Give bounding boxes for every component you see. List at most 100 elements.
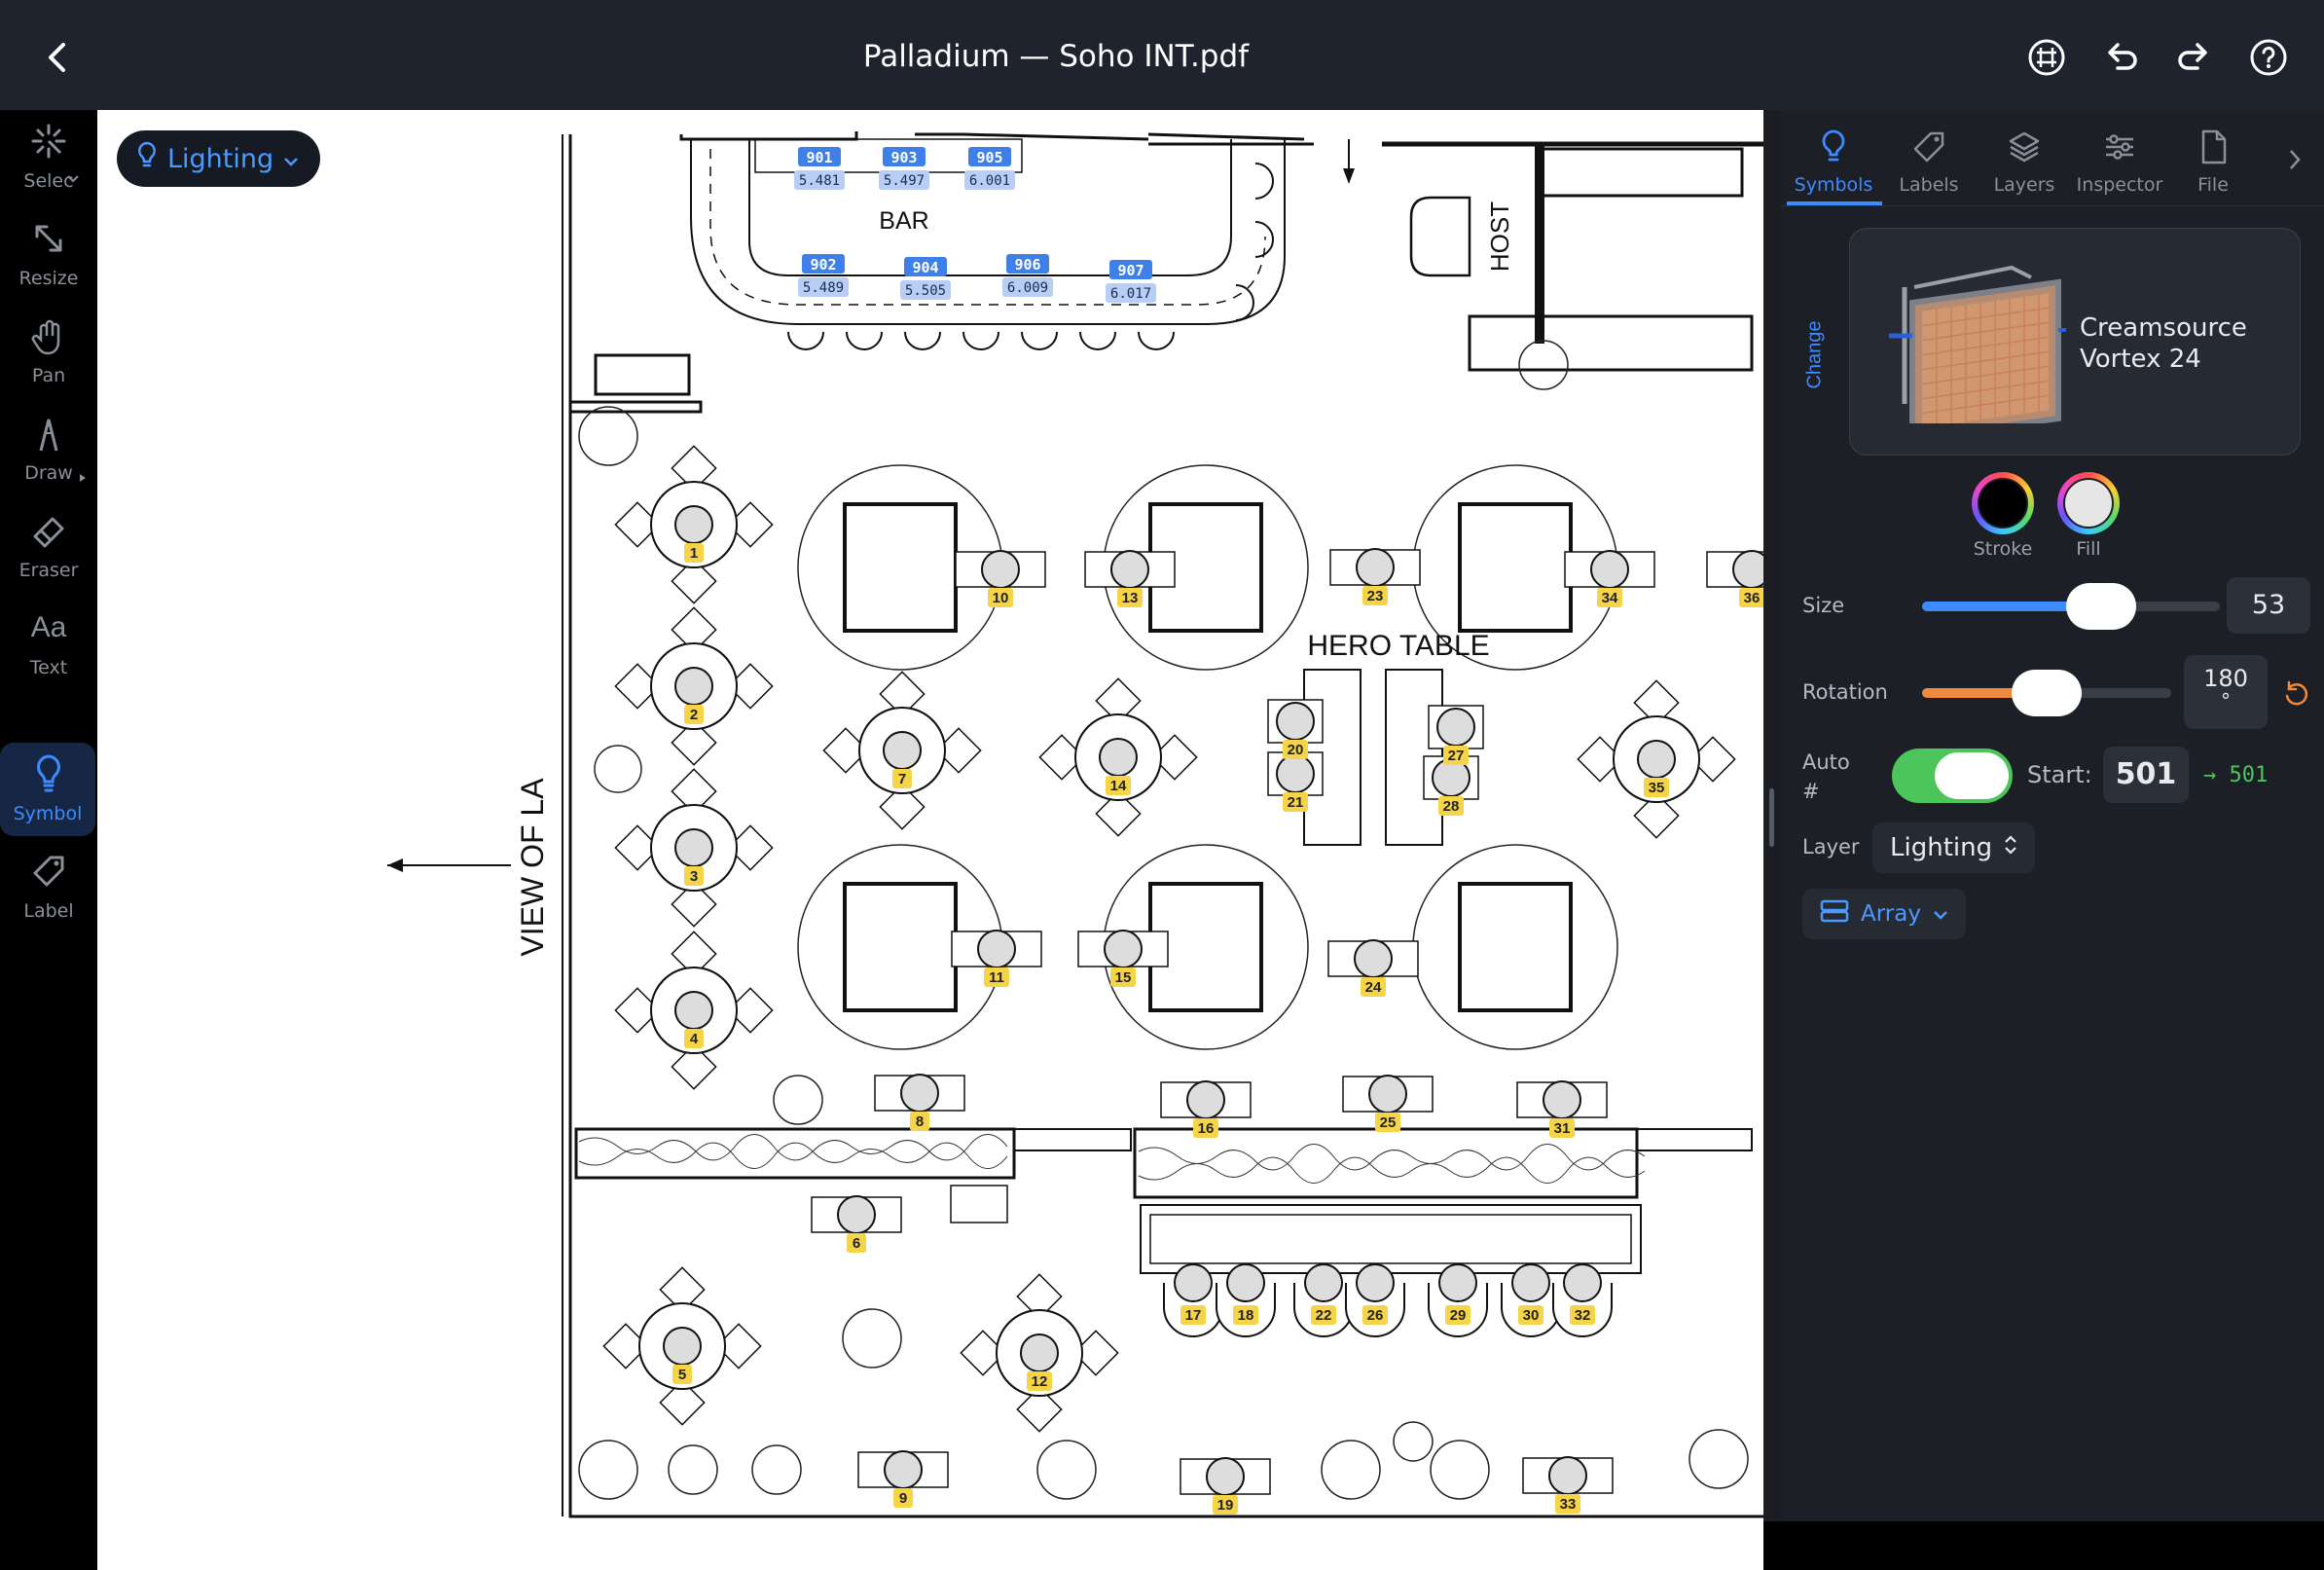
- table-4[interactable]: [614, 931, 774, 1090]
- grid-snap-icon[interactable]: [2024, 35, 2069, 80]
- table-25[interactable]: [1342, 1075, 1434, 1114]
- table-35[interactable]: [1577, 679, 1736, 839]
- table-30[interactable]: [1501, 1263, 1561, 1337]
- help-icon[interactable]: [2246, 35, 2291, 80]
- symbol-card[interactable]: Creamsource Vortex 24: [1849, 228, 2301, 456]
- size-slider-thumb[interactable]: [2065, 583, 2136, 630]
- tool-draw[interactable]: Draw: [0, 402, 97, 495]
- table-10[interactable]: [955, 550, 1046, 589]
- tab-symbols[interactable]: Symbols: [1785, 128, 1882, 196]
- light-fixture-symbol[interactable]: [1276, 754, 1315, 793]
- light-fixture-symbol[interactable]: [1438, 1263, 1477, 1302]
- table-24[interactable]: [1327, 939, 1419, 978]
- light-fixture-symbol[interactable]: [1020, 1333, 1059, 1372]
- bar-fixture-907[interactable]: 907 6.017: [1106, 260, 1156, 303]
- table-15[interactable]: [1077, 930, 1169, 968]
- light-fixture-symbol[interactable]: [1356, 548, 1395, 587]
- table-2[interactable]: [614, 606, 774, 766]
- light-fixture-symbol[interactable]: [1226, 1263, 1265, 1302]
- tab-labels[interactable]: Labels: [1880, 128, 1978, 196]
- change-symbol-button[interactable]: Change: [1800, 246, 1830, 470]
- layer-selector-pill[interactable]: Lighting: [117, 130, 321, 187]
- tool-resize[interactable]: Resize: [0, 207, 97, 301]
- table-11[interactable]: [951, 930, 1042, 968]
- chevron-right-icon[interactable]: [2283, 145, 2306, 179]
- light-fixture-symbol[interactable]: [1099, 738, 1138, 777]
- auto-number-toggle[interactable]: [1892, 748, 2013, 803]
- light-fixture-symbol[interactable]: [1732, 550, 1763, 589]
- light-fixture-symbol[interactable]: [1543, 1080, 1581, 1119]
- table-29[interactable]: [1428, 1263, 1488, 1337]
- fill-color-swatch[interactable]: [2057, 472, 2120, 534]
- table-32[interactable]: [1552, 1263, 1613, 1337]
- light-fixture-symbol[interactable]: [1368, 1075, 1407, 1114]
- table-6[interactable]: [811, 1195, 902, 1234]
- light-fixture-symbol[interactable]: [1110, 550, 1149, 589]
- tool-label-tag[interactable]: Label: [0, 840, 97, 933]
- light-fixture-symbol[interactable]: [1548, 1456, 1587, 1495]
- light-fixture-symbol[interactable]: [1563, 1263, 1602, 1302]
- light-fixture-symbol[interactable]: [977, 930, 1016, 968]
- table-34[interactable]: [1564, 550, 1655, 589]
- table-23[interactable]: [1329, 548, 1421, 587]
- table-22[interactable]: [1293, 1263, 1354, 1337]
- table-5[interactable]: [602, 1266, 762, 1426]
- light-fixture-symbol[interactable]: [1186, 1080, 1225, 1119]
- size-value[interactable]: 53: [2227, 577, 2310, 634]
- light-fixture-symbol[interactable]: [981, 550, 1020, 589]
- bar-fixture-905[interactable]: 905 6.001: [964, 147, 1015, 190]
- table-17[interactable]: [1163, 1263, 1223, 1337]
- light-fixture-symbol[interactable]: [674, 505, 713, 544]
- light-fixture-symbol[interactable]: [1436, 708, 1475, 747]
- start-value-field[interactable]: 501: [2103, 747, 2189, 803]
- table-1[interactable]: [614, 445, 774, 604]
- table-9[interactable]: [857, 1450, 949, 1489]
- tool-eraser[interactable]: Eraser: [0, 499, 97, 593]
- table-20[interactable]: [1267, 699, 1324, 744]
- light-fixture-symbol[interactable]: [884, 1450, 923, 1489]
- tool-pan[interactable]: Pan: [0, 305, 97, 398]
- light-fixture-symbol[interactable]: [1206, 1457, 1245, 1496]
- reset-rotation-icon[interactable]: [2281, 680, 2310, 714]
- light-fixture-symbol[interactable]: [674, 667, 713, 706]
- light-fixture-symbol[interactable]: [1511, 1263, 1550, 1302]
- table-14[interactable]: [1038, 677, 1198, 837]
- light-fixture-symbol[interactable]: [1354, 939, 1393, 978]
- stroke-color-swatch[interactable]: [1972, 472, 2034, 534]
- light-fixture-symbol[interactable]: [900, 1074, 939, 1113]
- bar-fixture-901[interactable]: 901 5.481: [794, 147, 845, 190]
- table-27[interactable]: [1428, 705, 1484, 749]
- light-fixture-symbol[interactable]: [1356, 1263, 1395, 1302]
- rotation-value-box[interactable]: 180 °: [2184, 655, 2268, 729]
- table-7[interactable]: [822, 671, 982, 830]
- table-26[interactable]: [1345, 1263, 1405, 1337]
- bar-fixture-903[interactable]: 903 5.497: [879, 147, 929, 190]
- split-handle[interactable]: [1769, 788, 1774, 847]
- tool-text[interactable]: Aa Text: [0, 597, 97, 690]
- table-8[interactable]: [874, 1074, 965, 1113]
- layer-dropdown[interactable]: Lighting: [1872, 822, 2036, 873]
- bar-fixture-904[interactable]: 904 5.505: [900, 257, 951, 300]
- tab-inspector[interactable]: Inspector: [2071, 128, 2168, 196]
- light-fixture-symbol[interactable]: [674, 828, 713, 867]
- tool-symbol[interactable]: Symbol: [0, 743, 95, 836]
- size-slider[interactable]: [1922, 583, 2220, 630]
- table-12[interactable]: [960, 1273, 1119, 1433]
- table-36[interactable]: [1706, 550, 1763, 589]
- light-fixture-symbol[interactable]: [1304, 1263, 1343, 1302]
- table-31[interactable]: [1516, 1080, 1608, 1119]
- table-13[interactable]: [1084, 550, 1176, 589]
- light-fixture-symbol[interactable]: [674, 991, 713, 1030]
- table-18[interactable]: [1216, 1263, 1276, 1337]
- rotation-slider-thumb[interactable]: [2012, 670, 2082, 716]
- light-fixture-symbol[interactable]: [1174, 1263, 1213, 1302]
- floor-plan-canvas[interactable]: 1 2 3 4 5 6 7 8 9 10 11 12 13 14 15 16 17 18 19 20 21 22 23 24 2…: [97, 110, 1763, 1570]
- light-fixture-symbol[interactable]: [1276, 702, 1315, 741]
- table-19[interactable]: [1180, 1457, 1271, 1496]
- light-fixture-symbol[interactable]: [1590, 550, 1629, 589]
- tool-select[interactable]: Selec: [0, 110, 97, 203]
- light-fixture-symbol[interactable]: [663, 1327, 702, 1366]
- tab-file[interactable]: File: [2164, 128, 2262, 196]
- rotation-slider[interactable]: [1922, 670, 2171, 716]
- table-3[interactable]: [614, 768, 774, 928]
